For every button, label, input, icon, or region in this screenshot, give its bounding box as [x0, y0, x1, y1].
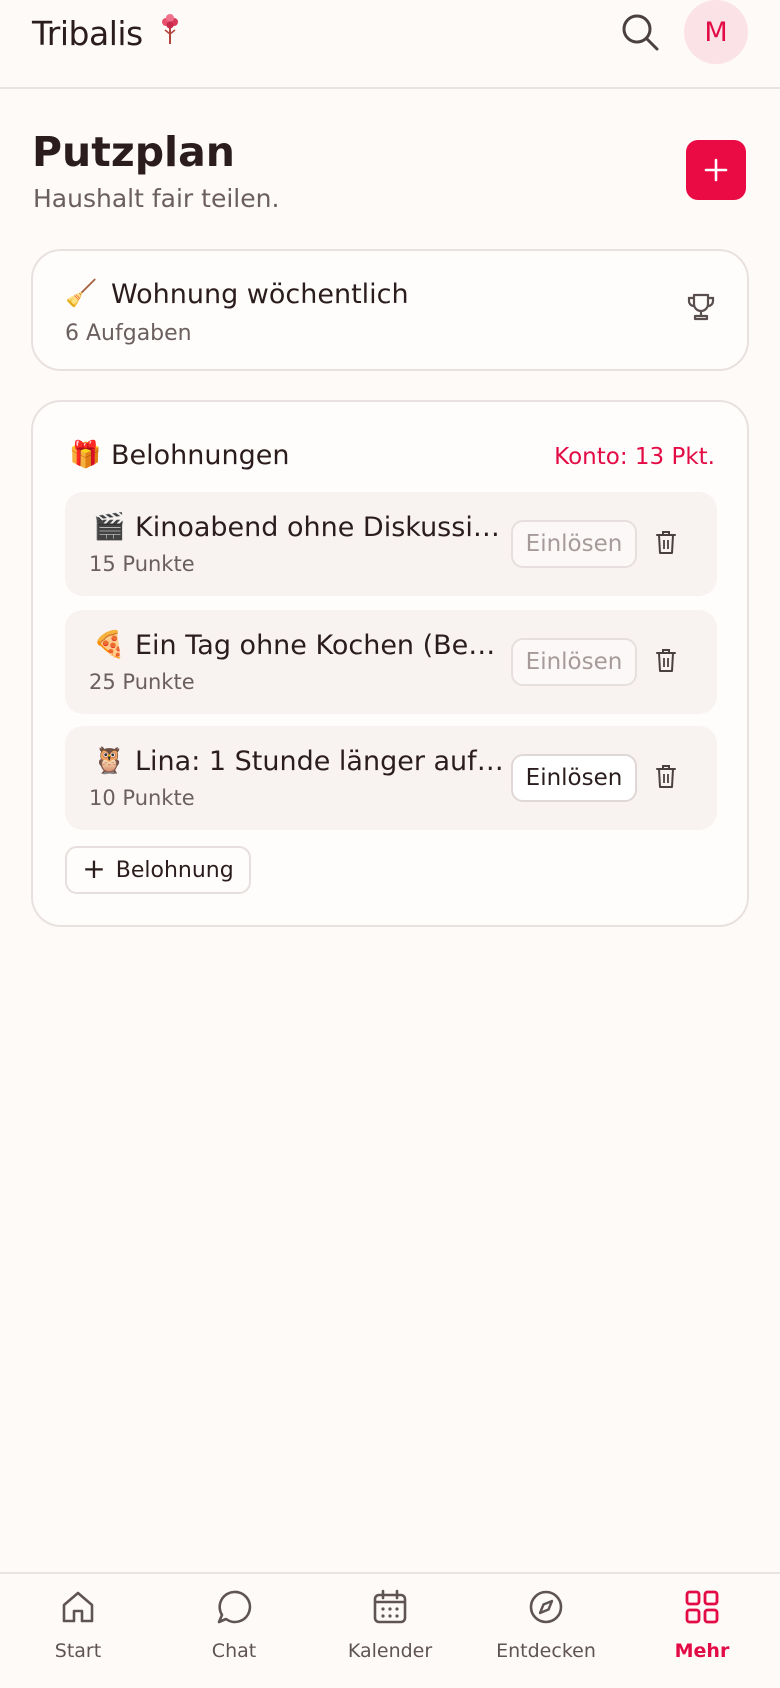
redeem-button[interactable]: Einlösen — [511, 754, 637, 802]
redeem-button[interactable]: Einlösen — [511, 520, 637, 568]
trash-icon — [656, 531, 676, 554]
page-subtitle: Haushalt fair teilen. — [33, 184, 280, 213]
reward-points: 15 Punkte — [89, 552, 195, 576]
pizza-icon: 🍕 — [93, 630, 126, 660]
reward-item: 🎬 Kinoabend ohne Diskussio... 15 Punkte … — [65, 492, 717, 596]
add-plan-button[interactable] — [686, 140, 746, 200]
reward-name: Ein Tag ohne Kochen (Best... — [135, 630, 505, 661]
trash-icon — [656, 765, 676, 788]
compass-icon — [529, 1590, 563, 1624]
broom-icon: 🧹 — [65, 279, 98, 309]
nav-item-mehr[interactable]: Mehr — [624, 1574, 780, 1688]
reward-points: 10 Punkte — [89, 786, 195, 810]
nav-label: Chat — [211, 1640, 257, 1662]
nav-item-start[interactable]: Start — [0, 1574, 156, 1688]
calendar-icon — [373, 1589, 407, 1624]
avatar-initial: M — [704, 16, 728, 48]
search-button[interactable] — [618, 10, 662, 54]
rewards-title: Belohnungen — [111, 440, 290, 471]
nav-label: Entdecken — [496, 1640, 596, 1662]
avatar[interactable]: M — [684, 0, 748, 64]
reward-name: Lina: 1 Stunde länger aufbl... — [135, 746, 505, 777]
reward-item: 🍕 Ein Tag ohne Kochen (Best... 25 Punkte… — [65, 610, 717, 714]
add-reward-label: Belohnung — [115, 857, 234, 883]
nav-item-chat[interactable]: Chat — [156, 1574, 312, 1688]
reward-points: 25 Punkte — [89, 670, 195, 694]
gift-icon: 🎁 — [69, 440, 102, 470]
home-icon — [62, 1591, 94, 1623]
search-icon — [622, 14, 659, 51]
add-reward-button[interactable]: + Belohnung — [65, 846, 251, 894]
nav-item-kalender[interactable]: Kalender — [312, 1574, 468, 1688]
delete-reward-button[interactable] — [655, 764, 677, 794]
clapperboard-icon: 🎬 — [93, 512, 126, 542]
brand-name: Tribalis — [32, 14, 143, 53]
nav-label: Start — [54, 1640, 102, 1662]
chat-icon — [217, 1590, 252, 1624]
plus-icon — [704, 158, 728, 182]
app-header: Tribalis M — [0, 0, 780, 89]
nav-label: Mehr — [674, 1640, 730, 1662]
delete-reward-button[interactable] — [655, 648, 677, 678]
reward-name: Kinoabend ohne Diskussio... — [135, 512, 505, 543]
nav-label: Kalender — [347, 1640, 433, 1662]
trash-icon — [656, 649, 676, 672]
account-balance: Konto: 13 Pkt. — [554, 444, 715, 470]
plan-card[interactable]: 🧹 Wohnung wöchentlich 6 Aufgaben — [31, 249, 749, 371]
delete-reward-button[interactable] — [655, 530, 677, 560]
trophy-icon — [687, 293, 715, 321]
bottom-nav: Start Chat Kalender Entdecken Mehr — [0, 1572, 780, 1688]
rewards-card: 🎁 Belohnungen Konto: 13 Pkt. 🎬 Kinoabend… — [31, 400, 749, 927]
bouquet-logo-icon — [158, 14, 182, 50]
nav-item-entdecken[interactable]: Entdecken — [468, 1574, 624, 1688]
plan-title: Wohnung wöchentlich — [111, 279, 409, 310]
plan-task-count: 6 Aufgaben — [65, 321, 192, 346]
page-title: Putzplan — [32, 128, 235, 176]
plus-icon: + — [82, 851, 106, 885]
grid-icon — [685, 1590, 719, 1624]
leaderboard-button[interactable] — [685, 291, 717, 327]
redeem-button[interactable]: Einlösen — [511, 638, 637, 686]
reward-item: 🦉 Lina: 1 Stunde länger aufbl... 10 Punk… — [65, 726, 717, 830]
owl-icon: 🦉 — [93, 746, 126, 776]
